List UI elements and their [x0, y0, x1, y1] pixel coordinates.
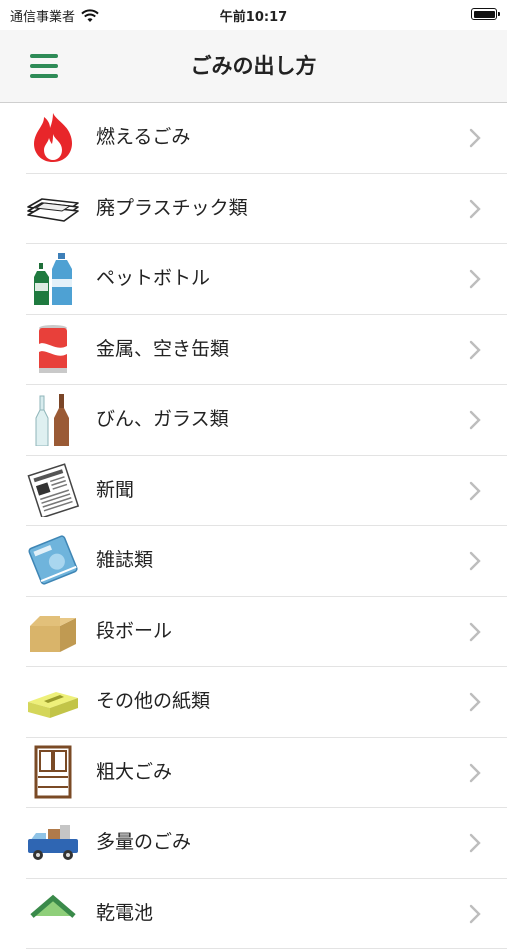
- magazine-icon: [26, 533, 80, 587]
- chevron-right-icon: [469, 340, 481, 360]
- list-item-large-volume[interactable]: 多量のごみ: [26, 808, 507, 879]
- status-bar: 通信事業者 午前10:17: [0, 0, 507, 30]
- list-item-cardboard[interactable]: 段ボール: [26, 597, 507, 668]
- house-icon: [26, 886, 80, 940]
- list-item-label: ペットボトル: [96, 244, 210, 313]
- chevron-right-icon: [469, 904, 481, 924]
- list-item-label: びん、ガラス類: [96, 385, 229, 454]
- truck-icon: [26, 815, 80, 869]
- chevron-right-icon: [469, 622, 481, 642]
- chevron-right-icon: [469, 481, 481, 501]
- chevron-right-icon: [469, 692, 481, 712]
- chevron-right-icon: [469, 833, 481, 853]
- pet-bottle-icon: [26, 251, 80, 305]
- battery-icon: [471, 8, 497, 20]
- list-item-batteries[interactable]: 乾電池: [26, 879, 507, 949]
- list-item-magazine[interactable]: 雑誌類: [26, 526, 507, 597]
- list-item-metal-cans[interactable]: 金属、空き缶類: [26, 315, 507, 386]
- list-item-newspaper[interactable]: 新聞: [26, 456, 507, 527]
- plastic-tray-icon: [26, 181, 80, 235]
- list-item-other-paper[interactable]: その他の紙類: [26, 667, 507, 738]
- list-item-plastic[interactable]: 廃プラスチック類: [26, 174, 507, 245]
- clock: 午前10:17: [0, 6, 507, 25]
- list-item-label: 乾電池: [96, 879, 153, 948]
- list-item-burnable[interactable]: 燃えるごみ: [26, 103, 507, 174]
- chevron-right-icon: [469, 199, 481, 219]
- navigation-bar: ごみの出し方: [0, 30, 507, 103]
- list-item-label: 燃えるごみ: [96, 103, 190, 172]
- list-item-label: 雑誌類: [96, 526, 153, 595]
- tissue-box-icon: [26, 674, 80, 728]
- page-title: ごみの出し方: [0, 30, 507, 102]
- glass-bottle-icon: [26, 392, 80, 446]
- list-item-glass[interactable]: びん、ガラス類: [26, 385, 507, 456]
- chevron-right-icon: [469, 551, 481, 571]
- list-item-label: 金属、空き缶類: [96, 315, 229, 384]
- chevron-right-icon: [469, 410, 481, 430]
- chevron-right-icon: [469, 269, 481, 289]
- flame-icon: [26, 110, 80, 164]
- list-item-label: 段ボール: [96, 597, 172, 666]
- list-item-oversized[interactable]: 粗大ごみ: [26, 738, 507, 809]
- list-item-label: 多量のごみ: [96, 808, 191, 877]
- can-icon: [26, 322, 80, 376]
- list-item-pet-bottle[interactable]: ペットボトル: [26, 244, 507, 315]
- list-item-label: 粗大ごみ: [96, 738, 172, 807]
- chevron-right-icon: [469, 763, 481, 783]
- category-list: 燃えるごみ 廃プラスチック類 ペットボトル 金属: [0, 103, 507, 949]
- newspaper-icon: [26, 463, 80, 517]
- list-item-label: 廃プラスチック類: [96, 174, 248, 243]
- cabinet-icon: [26, 745, 80, 799]
- list-item-label: その他の紙類: [96, 667, 210, 736]
- hamburger-menu-icon[interactable]: [30, 54, 58, 78]
- list-item-label: 新聞: [96, 456, 134, 525]
- cardboard-box-icon: [26, 604, 80, 658]
- chevron-right-icon: [469, 128, 481, 148]
